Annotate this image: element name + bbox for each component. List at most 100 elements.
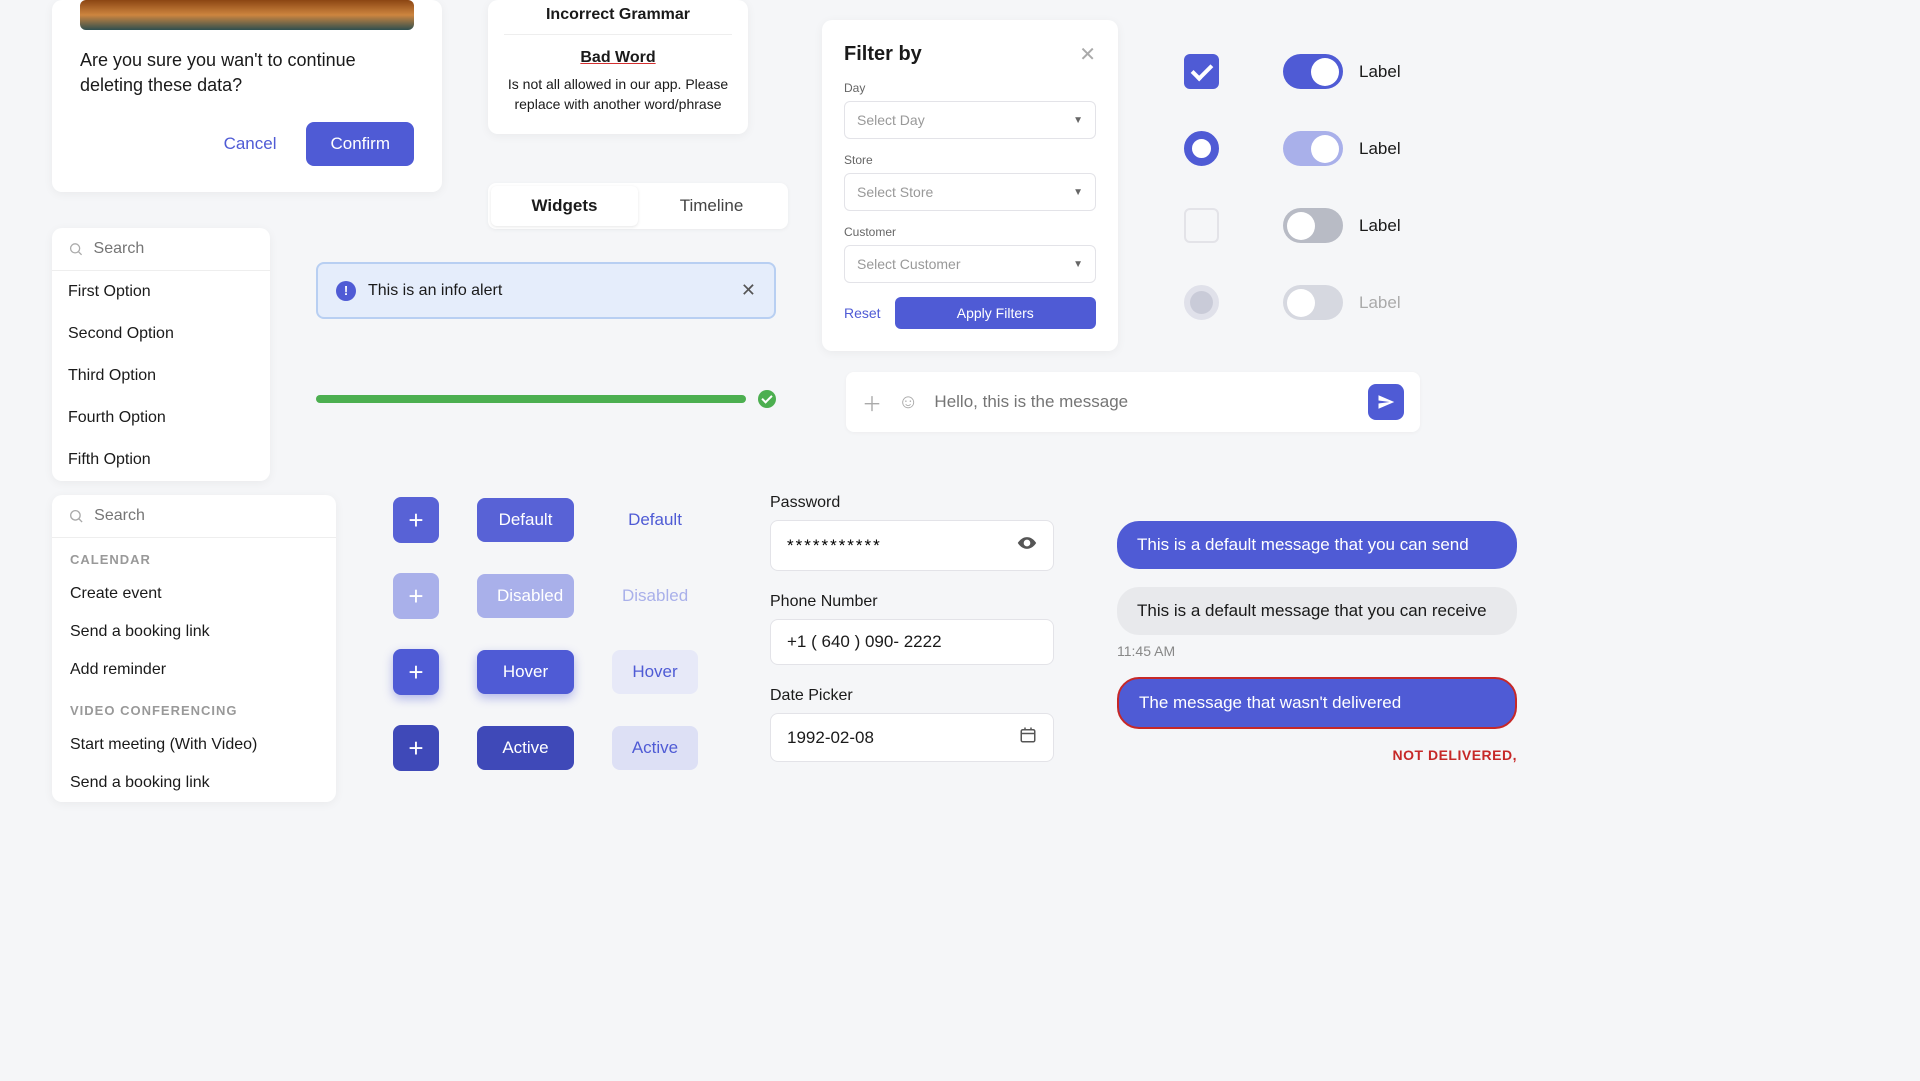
toggles-column: Label Label Label Label bbox=[1283, 54, 1401, 320]
toggle-off[interactable] bbox=[1283, 208, 1343, 243]
close-icon[interactable]: ✕ bbox=[741, 280, 756, 301]
search-icon bbox=[68, 240, 84, 258]
tab-timeline[interactable]: Timeline bbox=[638, 186, 785, 226]
tab-widgets[interactable]: Widgets bbox=[491, 186, 638, 226]
alert-text: This is an info alert bbox=[368, 282, 502, 300]
info-icon: ! bbox=[336, 281, 356, 301]
filter-day-select[interactable]: Select Day▼ bbox=[844, 101, 1096, 139]
delivery-status: NOT DELIVERED, bbox=[1117, 747, 1517, 763]
search-icon bbox=[68, 507, 84, 525]
message-input-bar: ＋ ☺ bbox=[846, 372, 1420, 432]
icon-button-default[interactable]: + bbox=[393, 497, 439, 543]
message-input[interactable] bbox=[934, 392, 1352, 412]
date-value: 1992-02-08 bbox=[787, 728, 874, 748]
close-icon[interactable]: ✕ bbox=[1079, 42, 1096, 67]
command-palette: CALENDAR Create event Send a booking lin… bbox=[52, 495, 336, 802]
dialog-actions: Cancel Confirm bbox=[80, 122, 414, 166]
list-item[interactable]: Send a booking link bbox=[52, 613, 336, 651]
list-item[interactable]: Third Option bbox=[52, 355, 270, 397]
phone-field-wrap[interactable]: +1 ( 640 ) 090- 2222 bbox=[770, 619, 1054, 665]
info-alert: ! This is an info alert ✕ bbox=[316, 262, 776, 319]
form-inputs: Password Phone Number +1 ( 640 ) 090- 22… bbox=[770, 494, 1054, 762]
checkbox-checked[interactable] bbox=[1184, 54, 1219, 89]
button-active[interactable]: Active bbox=[477, 726, 574, 770]
text-button-disabled: Disabled bbox=[612, 574, 698, 618]
search-field[interactable] bbox=[52, 495, 336, 538]
confirm-dialog: Are you sure you wan't to continue delet… bbox=[52, 0, 442, 192]
phone-label: Phone Number bbox=[770, 593, 1054, 611]
text-button-active[interactable]: Active bbox=[612, 726, 698, 770]
list-item[interactable]: Second Option bbox=[52, 313, 270, 355]
chat-messages: This is a default message that you can s… bbox=[1117, 521, 1517, 763]
phone-value: +1 ( 640 ) 090- 2222 bbox=[787, 632, 942, 652]
list-item[interactable]: Fifth Option bbox=[52, 439, 270, 481]
message-received: This is a default message that you can r… bbox=[1117, 587, 1517, 635]
grammar-popover: Incorrect Grammar Bad Word Is not all al… bbox=[488, 0, 748, 134]
cancel-button[interactable]: Cancel bbox=[204, 122, 297, 166]
text-button-default[interactable]: Default bbox=[612, 498, 698, 542]
search-field[interactable] bbox=[52, 228, 270, 271]
toggle-on[interactable] bbox=[1283, 54, 1343, 89]
grammar-desc: Is not all allowed in our app. Please re… bbox=[504, 75, 732, 114]
reset-button[interactable]: Reset bbox=[844, 305, 881, 321]
confirm-button[interactable]: Confirm bbox=[306, 122, 414, 166]
toggle-on-light[interactable] bbox=[1283, 131, 1343, 166]
toggle-label: Label bbox=[1359, 139, 1401, 159]
toggle-disabled bbox=[1283, 285, 1343, 320]
list-item[interactable]: First Option bbox=[52, 271, 270, 313]
password-field-wrap bbox=[770, 520, 1054, 571]
category-calendar: CALENDAR bbox=[52, 538, 336, 575]
filter-customer-label: Customer bbox=[844, 225, 1096, 239]
message-sent: This is a default message that you can s… bbox=[1117, 521, 1517, 569]
plus-icon[interactable]: ＋ bbox=[862, 388, 882, 417]
eye-icon[interactable] bbox=[1017, 533, 1037, 558]
password-label: Password bbox=[770, 494, 1054, 512]
progress-bar bbox=[316, 390, 776, 408]
checkbox-column bbox=[1184, 54, 1220, 320]
check-icon bbox=[758, 390, 776, 408]
toggle-label: Label bbox=[1359, 62, 1401, 82]
filter-day-label: Day bbox=[844, 81, 1096, 95]
search-options-list: First Option Second Option Third Option … bbox=[52, 228, 270, 481]
chevron-down-icon: ▼ bbox=[1073, 115, 1083, 126]
date-field-wrap[interactable]: 1992-02-08 bbox=[770, 713, 1054, 762]
button-default[interactable]: Default bbox=[477, 498, 574, 542]
button-hover[interactable]: Hover bbox=[477, 650, 574, 694]
send-icon bbox=[1377, 393, 1395, 411]
list-item[interactable]: Start meeting (With Video) bbox=[52, 726, 336, 764]
toggle-label: Label bbox=[1359, 216, 1401, 236]
apply-filters-button[interactable]: Apply Filters bbox=[895, 297, 1096, 329]
radio-disabled bbox=[1184, 285, 1219, 320]
button-disabled: Disabled bbox=[477, 574, 574, 618]
emoji-icon[interactable]: ☺ bbox=[898, 391, 918, 414]
dialog-image bbox=[80, 0, 414, 30]
list-item[interactable]: Send a booking link bbox=[52, 764, 336, 802]
list-item[interactable]: Fourth Option bbox=[52, 397, 270, 439]
toggle-label: Label bbox=[1359, 293, 1401, 313]
message-error: The message that wasn't delivered bbox=[1117, 677, 1517, 729]
search-input[interactable] bbox=[94, 240, 254, 258]
text-button-hover[interactable]: Hover bbox=[612, 650, 698, 694]
calendar-icon[interactable] bbox=[1019, 726, 1037, 749]
chevron-down-icon: ▼ bbox=[1073, 259, 1083, 270]
date-label: Date Picker bbox=[770, 687, 1054, 705]
radio-selected[interactable] bbox=[1184, 131, 1219, 166]
send-button[interactable] bbox=[1368, 384, 1404, 420]
grammar-title: Incorrect Grammar bbox=[504, 6, 732, 35]
dialog-message: Are you sure you wan't to continue delet… bbox=[80, 48, 414, 98]
tabs-segment: Widgets Timeline bbox=[488, 183, 788, 229]
password-input[interactable] bbox=[787, 536, 1017, 556]
search-input[interactable] bbox=[94, 507, 320, 525]
icon-button-hover[interactable]: + bbox=[393, 649, 439, 695]
message-timestamp: 11:45 AM bbox=[1117, 643, 1517, 659]
progress-fill bbox=[316, 395, 746, 403]
filter-customer-select[interactable]: Select Customer▼ bbox=[844, 245, 1096, 283]
filter-store-label: Store bbox=[844, 153, 1096, 167]
list-item[interactable]: Add reminder bbox=[52, 651, 336, 689]
list-item[interactable]: Create event bbox=[52, 575, 336, 613]
filter-store-select[interactable]: Select Store▼ bbox=[844, 173, 1096, 211]
icon-button-active[interactable]: + bbox=[393, 725, 439, 771]
icon-button-disabled: + bbox=[393, 573, 439, 619]
filter-title: Filter by bbox=[844, 43, 922, 66]
checkbox-empty[interactable] bbox=[1184, 208, 1219, 243]
